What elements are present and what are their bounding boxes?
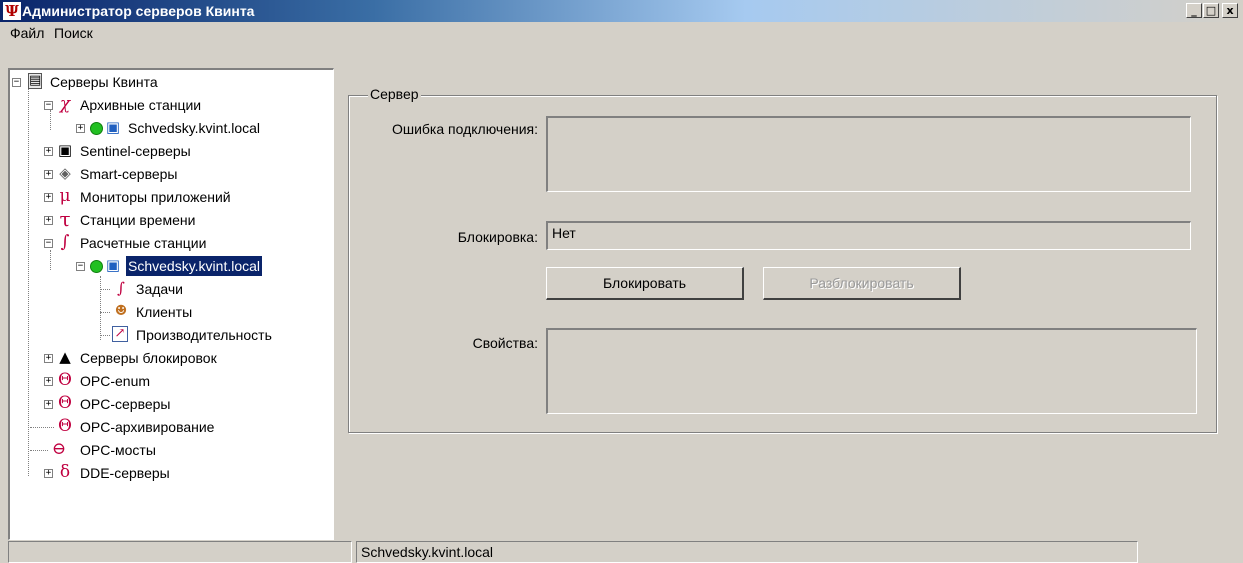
tree-label: Клиенты (136, 304, 193, 320)
server-rack-icon: ▤ (28, 73, 42, 89)
sentinel-icon: ▣ (57, 141, 73, 159)
bridge-theta-icon: ⊖ (51, 439, 67, 459)
connection-error-label: Ошибка подключения: (391, 121, 538, 137)
delta-icon: δ (59, 462, 71, 482)
server-tree[interactable]: − ▤ Серверы Квинта − χ Архивные станции … (8, 68, 334, 540)
menu-bar: Файл Поиск (0, 22, 1243, 44)
expand-icon[interactable]: + (76, 124, 85, 133)
chi-icon: χ (59, 94, 71, 114)
menu-file[interactable]: Файл (10, 25, 44, 41)
tree-label: OPC-архивирование (80, 419, 215, 435)
expand-icon[interactable]: + (44, 216, 53, 225)
properties-label: Свойства: (472, 335, 538, 351)
connection-error-field[interactable] (546, 116, 1191, 192)
expand-icon[interactable]: + (44, 469, 53, 478)
tree-line (30, 427, 54, 428)
tree-label: DDE-серверы (80, 465, 170, 481)
tree-label: Архивные станции (80, 97, 202, 113)
expand-icon[interactable]: + (44, 147, 53, 156)
tree-label-selected: Schvedsky.kvint.local (126, 256, 263, 276)
expand-icon[interactable]: + (44, 354, 53, 363)
theta-icon: Θ (58, 416, 72, 436)
tree-label: Задачи (136, 281, 184, 297)
tree-label: Станции времени (80, 212, 196, 228)
tree-label: Smart-серверы (80, 166, 178, 182)
tree-label: Sentinel-серверы (80, 143, 191, 159)
tree-line (30, 450, 48, 451)
collapse-icon[interactable]: − (76, 262, 85, 271)
tree-line (100, 335, 110, 336)
chart-icon: ↗ (112, 326, 128, 342)
online-status-icon (90, 122, 103, 135)
tree-label: Серверы блокировок (80, 350, 217, 366)
menu-search[interactable]: Поиск (54, 25, 93, 41)
lock-icon: ▲ (59, 348, 71, 366)
properties-field[interactable] (546, 328, 1197, 414)
tree-line (50, 250, 51, 270)
tree-line (100, 289, 110, 290)
app-psi-icon[interactable]: Ψ (3, 2, 21, 20)
expand-icon[interactable]: + (44, 400, 53, 409)
users-icon: ☻ (114, 303, 128, 319)
tree-line (28, 88, 29, 476)
tau-icon: τ (59, 207, 71, 231)
lock-button[interactable]: Блокировать (546, 267, 744, 300)
tree-label: OPC-мосты (80, 442, 156, 458)
tree-line (100, 276, 101, 340)
title-bar: Ψ Администратор серверов Квинта _ □ x (0, 0, 1243, 22)
disk-icon: ◈ (59, 164, 71, 182)
expand-icon[interactable]: + (44, 170, 53, 179)
online-status-icon (90, 260, 103, 273)
window-title: Администратор серверов Квинта (22, 3, 255, 19)
collapse-icon[interactable]: − (44, 239, 53, 248)
collapse-icon[interactable]: − (44, 101, 53, 110)
collapse-icon[interactable]: − (12, 78, 21, 87)
tasks-integral-icon: ∫ (117, 279, 125, 297)
tree-label: Расчетные станции (80, 235, 207, 251)
tree-line (100, 312, 110, 313)
expand-icon[interactable]: + (44, 377, 53, 386)
theta-icon: Θ (58, 393, 72, 413)
minimize-button[interactable]: _ (1186, 3, 1202, 18)
computer-icon: ▣ (105, 118, 121, 136)
status-server: Schvedsky.kvint.local (356, 541, 1138, 563)
theta-icon: Θ (58, 370, 72, 390)
mu-icon: μ (59, 186, 71, 206)
status-left (8, 541, 352, 563)
tree-label: OPC-серверы (80, 396, 171, 412)
tree-line (50, 110, 51, 130)
integral-icon: ∫ (60, 232, 70, 252)
tree-label: Schvedsky.kvint.local (128, 120, 261, 136)
tree-label: Мониторы приложений (80, 189, 231, 205)
tree-label: Серверы Квинта (50, 74, 158, 90)
tree-label: Производительность (136, 327, 272, 343)
server-group-title: Сервер (368, 86, 421, 102)
close-button[interactable]: x (1222, 3, 1238, 18)
computer-icon: ▣ (105, 256, 121, 274)
lock-label: Блокировка: (457, 229, 538, 245)
expand-icon[interactable]: + (44, 193, 53, 202)
lock-status-field[interactable]: Нет (546, 221, 1191, 250)
tree-label: OPC-enum (80, 373, 151, 389)
unlock-button[interactable]: Разблокировать (763, 267, 961, 300)
maximize-button[interactable]: □ (1203, 3, 1219, 18)
